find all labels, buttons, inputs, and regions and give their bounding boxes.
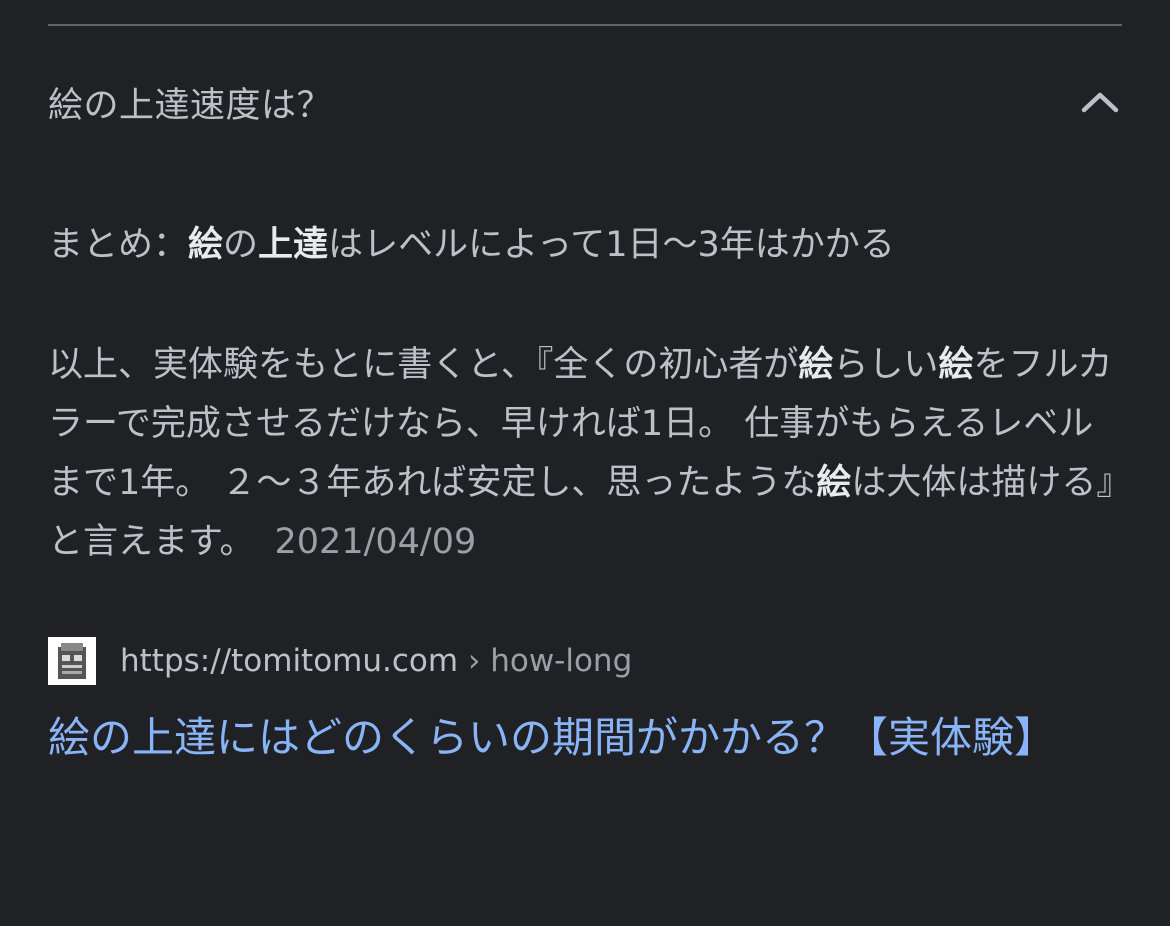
highlight: 上達 <box>258 225 329 265</box>
result-source[interactable]: https://tomitomu.com › how-long <box>48 636 632 686</box>
url-path: how-long <box>490 643 633 679</box>
accordion-question[interactable]: 絵の上達速度は？ <box>48 70 1122 134</box>
snippet-text: らしい <box>833 345 939 385</box>
favicon-icon <box>48 637 96 685</box>
summary-text: まとめ：絵の上達はレベルによって1日〜3年はかかる <box>48 216 1122 274</box>
summary-part: はレベルによって1日〜3年はかかる <box>328 225 895 265</box>
url-separator: › <box>458 643 491 679</box>
url-domain: https://tomitomu.com <box>120 643 459 679</box>
question-text: 絵の上達速度は？ <box>48 85 333 126</box>
answer-snippet: 以上、実体験をもとに書くと、『全くの初心者が絵らしい絵をフルカラーで完成させるだ… <box>48 336 1122 572</box>
snippet-text: 以上、実体験をもとに書くと、『全くの初心者が <box>48 345 799 385</box>
summary-part: の <box>223 225 259 265</box>
highlight: 絵 <box>938 345 974 385</box>
divider <box>48 24 1122 26</box>
highlight: 絵 <box>188 225 224 265</box>
summary-part: まとめ： <box>48 225 189 265</box>
chevron-up-icon[interactable] <box>1078 80 1122 124</box>
result-title-link[interactable]: 絵の上達にはどのくらいの期間がかかる？【実体験】 <box>48 706 1122 770</box>
snippet-date: 2021/04/09 <box>274 522 477 562</box>
highlight: 絵 <box>816 463 852 503</box>
result-url: https://tomitomu.com › how-long <box>120 643 632 679</box>
highlight: 絵 <box>798 345 834 385</box>
